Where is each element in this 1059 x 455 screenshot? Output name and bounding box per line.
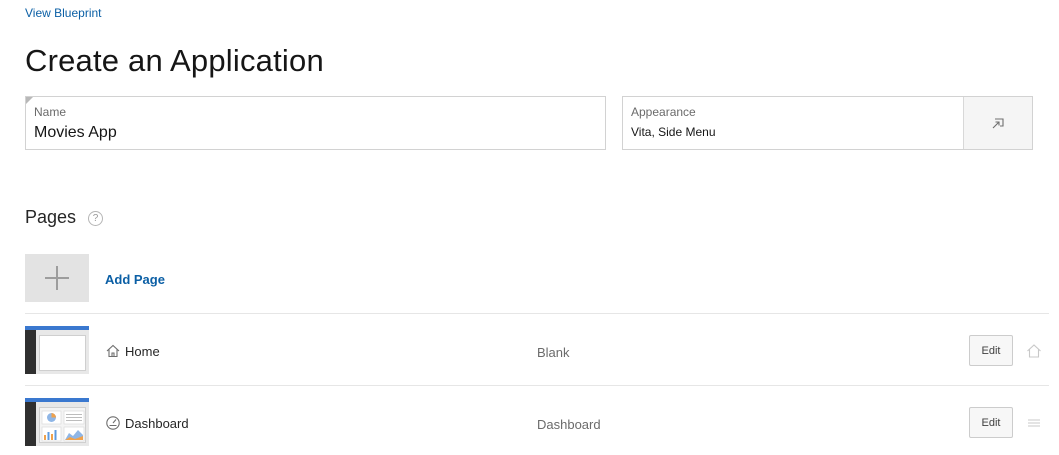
- required-indicator: [26, 97, 33, 104]
- name-input[interactable]: [34, 124, 594, 142]
- home-icon[interactable]: [1025, 342, 1043, 360]
- home-icon: [106, 344, 120, 358]
- page-row-home: Home Blank Edit: [25, 326, 1049, 376]
- appearance-select-button[interactable]: [963, 97, 1032, 149]
- drag-handle-icon[interactable]: [1025, 414, 1043, 432]
- add-page-link[interactable]: Add Page: [105, 272, 165, 287]
- name-field-label: Name: [34, 105, 67, 119]
- page-row-dashboard: Dashboard Dashboard Edit: [25, 398, 1049, 448]
- add-page-tile[interactable]: [25, 254, 89, 302]
- help-icon[interactable]: ?: [88, 211, 104, 226]
- dashboard-page-thumbnail: [25, 398, 89, 446]
- appearance-input[interactable]: [631, 125, 951, 139]
- page-name: Home: [125, 344, 160, 359]
- pages-heading: Pages ?: [25, 207, 104, 228]
- page-title: Create an Application: [25, 43, 324, 78]
- divider: [25, 385, 1049, 386]
- appearance-field[interactable]: Appearance: [622, 96, 1033, 150]
- page-type: Blank: [537, 345, 570, 360]
- page-type: Dashboard: [537, 417, 601, 432]
- edit-button[interactable]: Edit: [969, 335, 1013, 366]
- blank-page-thumbnail: [25, 326, 89, 374]
- appearance-field-label: Appearance: [631, 105, 696, 119]
- pages-heading-label: Pages: [25, 207, 77, 227]
- select-popup-icon: [992, 118, 1004, 129]
- view-blueprint-link[interactable]: View Blueprint: [25, 6, 102, 20]
- dashboard-icon: [106, 416, 120, 430]
- page-name: Dashboard: [125, 416, 189, 431]
- name-field[interactable]: Name: [25, 96, 606, 150]
- divider: [25, 313, 1049, 314]
- edit-button[interactable]: Edit: [969, 407, 1013, 438]
